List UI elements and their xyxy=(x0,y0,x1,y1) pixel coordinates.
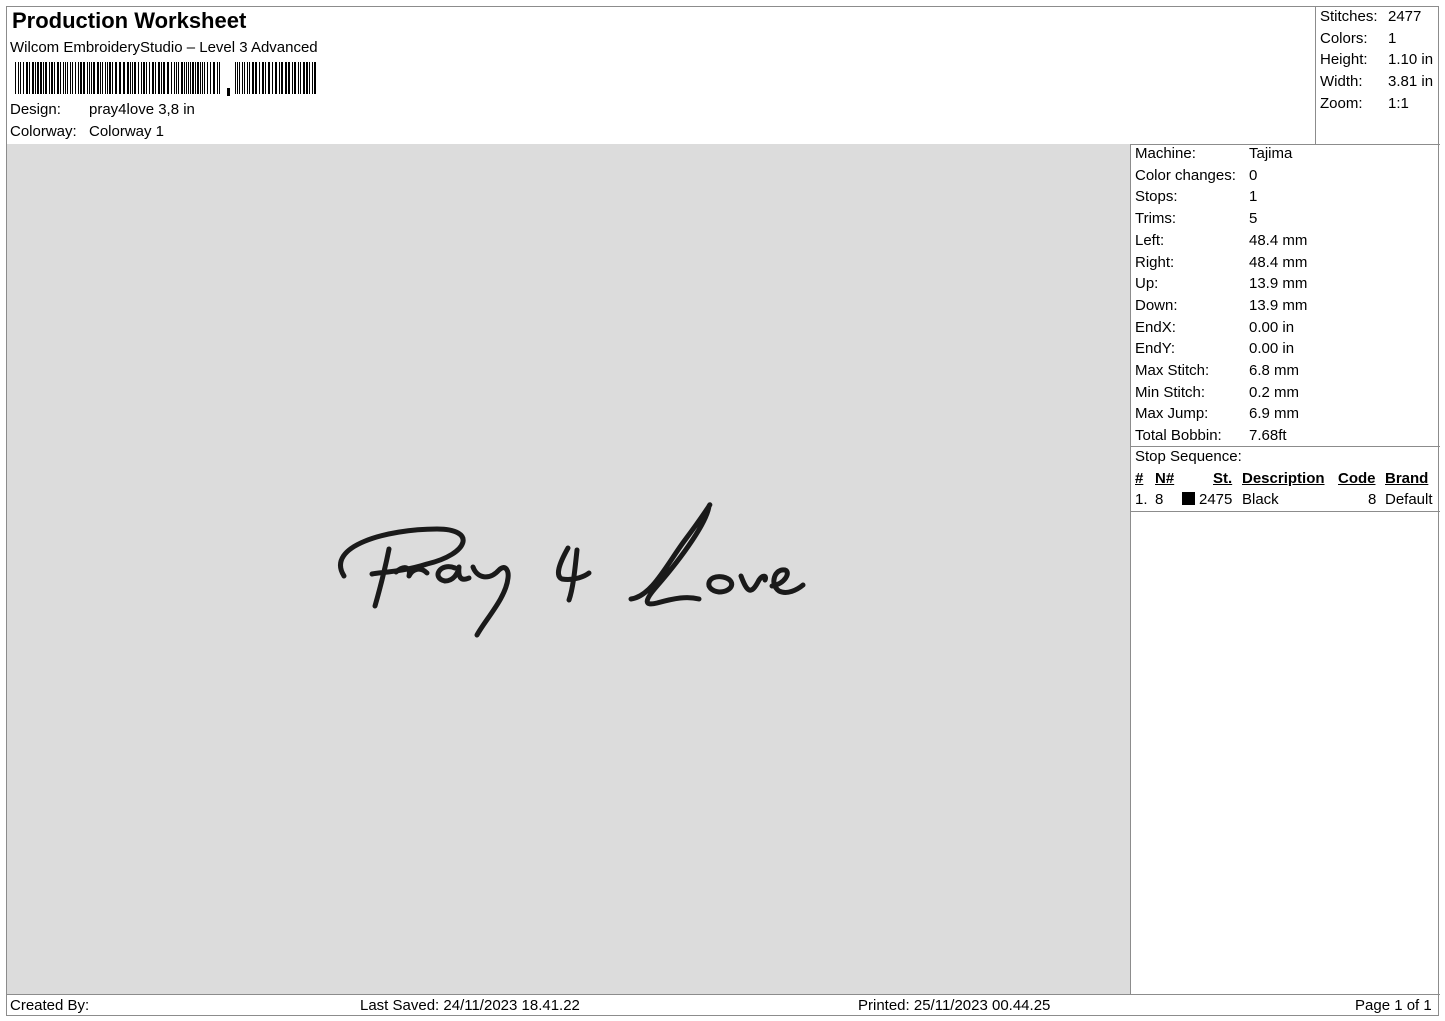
stop-description: Black xyxy=(1242,491,1279,508)
stop-stitches: 2475 xyxy=(1199,491,1233,508)
created-by: Created By: xyxy=(10,997,90,1014)
machine-row-label: Up: xyxy=(1135,275,1159,293)
design-summary: Stitches: 2477 Colors: 1 Height: 1.10 in Wi… xyxy=(1315,7,1440,144)
col-needle-header: N# xyxy=(1155,470,1175,487)
design-preview-canvas xyxy=(7,144,1131,994)
stop-needle: 8 xyxy=(1155,491,1164,508)
letter-e xyxy=(769,567,806,595)
machine-row-value: 0.00 in xyxy=(1249,340,1295,358)
col-code-header: Code xyxy=(1338,470,1376,487)
col-number-header: # xyxy=(1135,470,1144,487)
machine-row-value: 48.4 mm xyxy=(1249,231,1308,249)
stop-sequence-panel: Stop Sequence: # N# St. Description Code… xyxy=(1131,447,1440,512)
page-title: Production Worksheet xyxy=(12,8,247,33)
machine-row-value: 48.4 mm xyxy=(1249,253,1308,271)
col-brand-header: Brand xyxy=(1385,470,1429,487)
summary-stitches: Stitches: 2477 xyxy=(1320,8,1421,25)
stop-sequence-caption: Stop Sequence: xyxy=(1135,448,1242,465)
summary-height: Height: 1.10 in xyxy=(1320,51,1433,68)
worksheet-header: Production Worksheet Wilcom EmbroiderySt… xyxy=(7,7,1440,145)
summary-label: Height: xyxy=(1320,51,1368,68)
machine-row-value: 6.9 mm xyxy=(1249,405,1300,423)
summary-value: 3.81 in xyxy=(1388,73,1434,90)
colorway-name: Colorway 1 xyxy=(89,123,165,140)
col-stitches-header: St. xyxy=(1213,470,1233,487)
barcode-image xyxy=(15,62,316,96)
machine-row-value: 5 xyxy=(1249,210,1258,228)
machine-row: Total Bobbin: 7.68ft xyxy=(1135,427,1287,444)
letter-o xyxy=(706,574,735,595)
color-swatch xyxy=(1182,492,1195,505)
software-name: Wilcom EmbroideryStudio – Level 3 Advanc… xyxy=(10,39,318,56)
machine-row: Trims: 5 xyxy=(1135,210,1257,227)
machine-row-value: 13.9 mm xyxy=(1249,275,1308,293)
machine-info-panel: Machine: Tajima Color changes: 0 Stops: 1 Trim… xyxy=(1131,144,1440,447)
page-number: Page 1 of 1 xyxy=(1355,997,1432,1014)
embroidery-lettering xyxy=(338,502,806,638)
machine-row: Left: 48.4 mm xyxy=(1135,232,1307,249)
digit-4 xyxy=(555,545,592,603)
design-name: pray4love 3,8 in xyxy=(89,101,195,118)
letter-v xyxy=(738,573,768,593)
machine-row: Right: 48.4 mm xyxy=(1135,254,1307,271)
machine-row-label: Trims: xyxy=(1135,210,1177,228)
col-description-header: Description xyxy=(1242,470,1325,487)
summary-zoom: Zoom: 1:1 xyxy=(1320,95,1409,112)
machine-row: Color changes: 0 xyxy=(1135,167,1257,184)
machine-row: Stops: 1 xyxy=(1135,188,1257,205)
machine-row: EndY: 0.00 in xyxy=(1135,340,1294,357)
machine-row-label: Right: xyxy=(1135,253,1175,271)
summary-width: Width: 3.81 in xyxy=(1320,73,1433,90)
design-row: Design: pray4love 3,8 in xyxy=(10,101,195,118)
machine-row-label: EndX: xyxy=(1135,318,1176,336)
machine-row-value: 0.00 in xyxy=(1249,318,1295,336)
colorway-row: Colorway: Colorway 1 xyxy=(10,123,164,140)
machine-row-value: Tajima xyxy=(1249,145,1293,162)
machine-row-value: 1 xyxy=(1249,188,1258,206)
machine-row-label: Min Stitch: xyxy=(1135,383,1206,401)
machine-row-label: Total Bobbin: xyxy=(1135,427,1222,445)
stop-brand: Default xyxy=(1385,491,1433,508)
machine-row-label: EndY: xyxy=(1135,340,1176,358)
summary-value: 2477 xyxy=(1388,8,1422,25)
summary-label: Colors: xyxy=(1320,30,1368,47)
summary-label: Width: xyxy=(1320,73,1363,90)
machine-row: Machine: Tajima xyxy=(1135,145,1292,162)
design-label: Design: xyxy=(10,101,61,118)
worksheet-footer: Created By: Last Saved: 24/11/2023 18.41… xyxy=(7,994,1440,1017)
stop-number: 1. xyxy=(1135,491,1148,508)
machine-row: Max Stitch: 6.8 mm xyxy=(1135,362,1299,379)
summary-value: 1:1 xyxy=(1388,95,1409,112)
machine-row-value: 13.9 mm xyxy=(1249,296,1308,314)
machine-row-label: Down: xyxy=(1135,296,1178,314)
production-worksheet: Production Worksheet Wilcom EmbroiderySt… xyxy=(6,6,1440,1017)
printed-date: Printed: 25/11/2023 00.44.25 xyxy=(858,997,1051,1014)
machine-row: EndX: 0.00 in xyxy=(1135,319,1294,336)
machine-row: Max Jump: 6.9 mm xyxy=(1135,405,1299,422)
machine-row-label: Stops: xyxy=(1135,188,1178,206)
summary-value: 1.10 in xyxy=(1388,51,1434,68)
letter-l xyxy=(628,502,713,607)
machine-row: Up: 13.9 mm xyxy=(1135,275,1307,292)
machine-row-label: Machine: xyxy=(1135,145,1196,162)
colorway-label: Colorway: xyxy=(10,123,77,140)
machine-row-label: Left: xyxy=(1135,231,1165,249)
machine-row: Down: 13.9 mm xyxy=(1135,297,1307,314)
machine-row-label: Max Jump: xyxy=(1135,405,1209,423)
last-saved: Last Saved: 24/11/2023 18.41.22 xyxy=(360,997,580,1014)
machine-row-label: Color changes: xyxy=(1135,166,1236,184)
machine-row-label: Max Stitch: xyxy=(1135,362,1210,379)
machine-row: Min Stitch: 0.2 mm xyxy=(1135,384,1299,401)
machine-row-value: 0 xyxy=(1249,166,1258,184)
summary-value: 1 xyxy=(1388,30,1397,47)
machine-row-value: 7.68ft xyxy=(1249,427,1287,445)
letter-y xyxy=(470,564,511,638)
summary-label: Zoom: xyxy=(1320,95,1363,112)
machine-row-value: 0.2 mm xyxy=(1249,383,1300,401)
stop-code: 8 xyxy=(1368,491,1377,508)
summary-colors: Colors: 1 xyxy=(1320,30,1396,47)
letter-a xyxy=(435,564,472,584)
machine-row-value: 6.8 mm xyxy=(1249,362,1300,379)
summary-label: Stitches: xyxy=(1320,8,1378,25)
